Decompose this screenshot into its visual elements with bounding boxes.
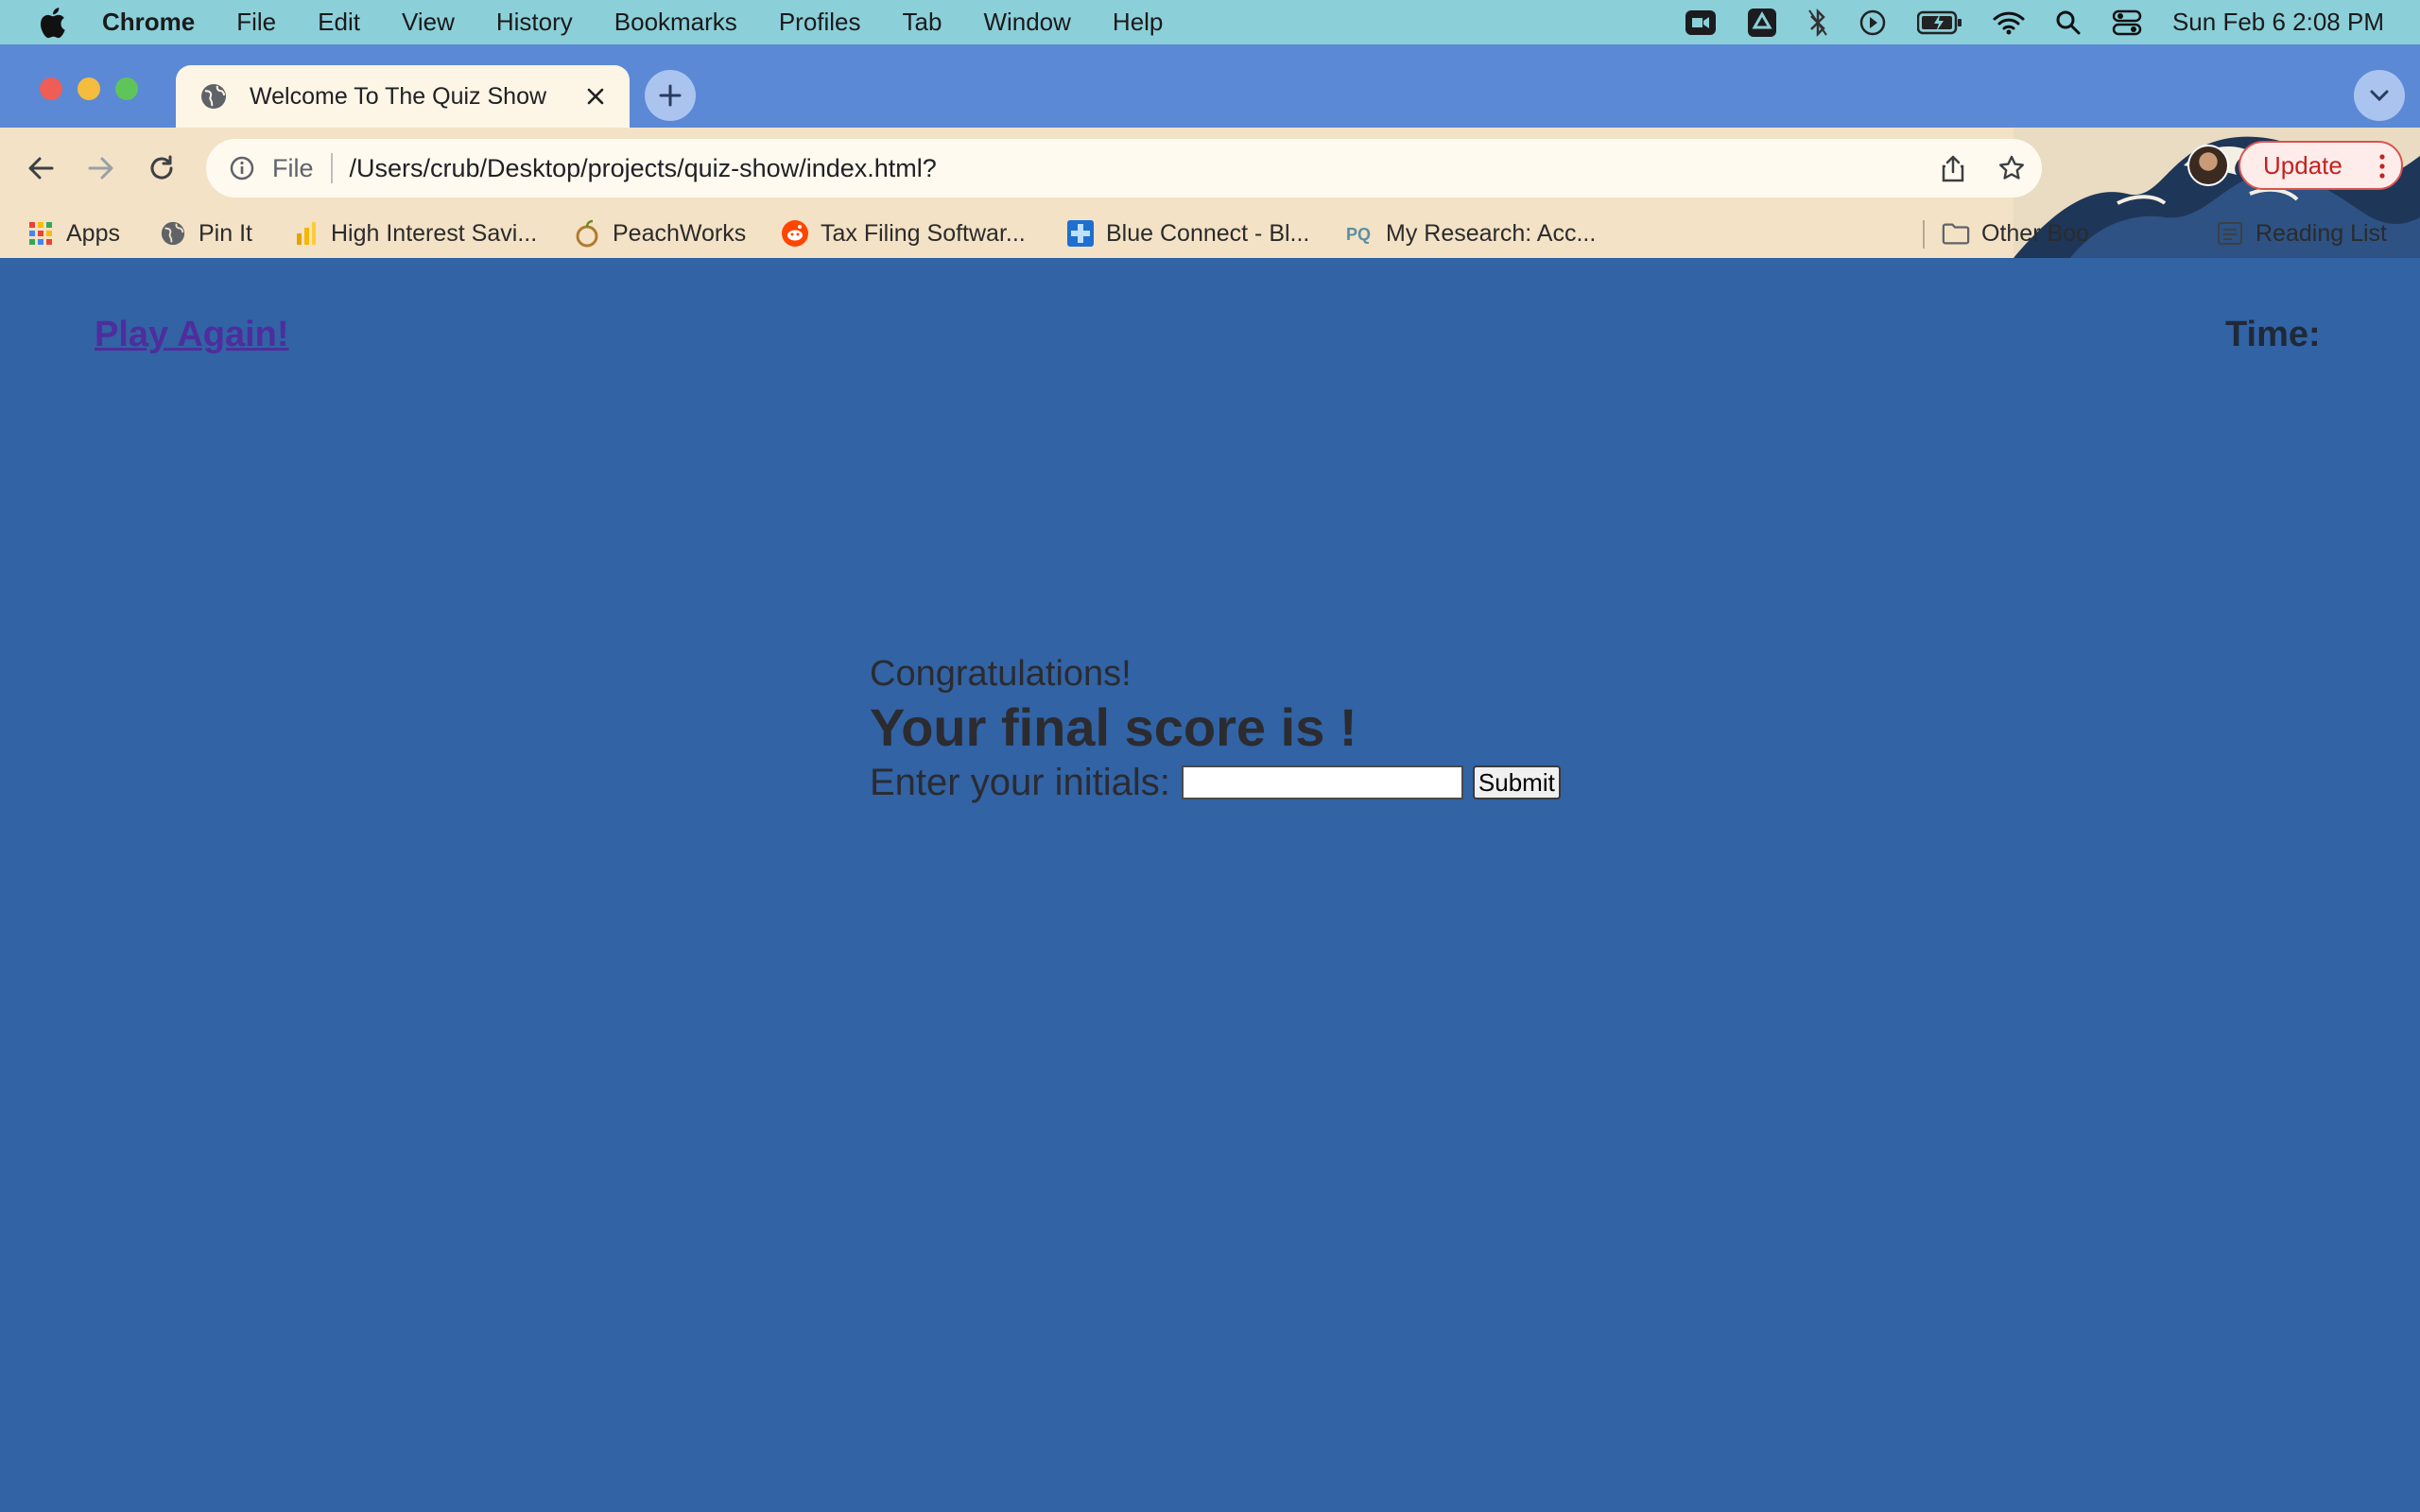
bookmarks-divider	[1923, 220, 1925, 249]
bookmark-peachworks[interactable]: PeachWorks	[573, 216, 746, 250]
menu-app-name[interactable]: Chrome	[102, 8, 195, 37]
forward-button[interactable]	[76, 143, 127, 194]
blue-cross-icon	[1066, 219, 1095, 248]
menu-view[interactable]: View	[402, 8, 455, 37]
globe-icon	[199, 81, 229, 112]
apps-grid-icon	[26, 219, 55, 248]
bookmark-label: Pin It	[199, 219, 252, 247]
menu-bookmarks[interactable]: Bookmarks	[614, 8, 737, 37]
window-close-button[interactable]	[40, 77, 62, 100]
svg-text:PQ: PQ	[1346, 225, 1371, 244]
site-info-icon[interactable]	[227, 153, 257, 183]
menu-window[interactable]: Window	[983, 8, 1070, 37]
menu-profiles[interactable]: Profiles	[779, 8, 861, 37]
final-score-heading: Your final score is !	[870, 696, 1561, 759]
bookmark-blue-connect[interactable]: Blue Connect - Bl...	[1066, 216, 1309, 250]
menu-history[interactable]: History	[496, 8, 573, 37]
menu-help[interactable]: Help	[1113, 8, 1163, 37]
savings-bars-icon	[291, 219, 320, 248]
update-label: Update	[2263, 150, 2342, 180]
window-minimize-button[interactable]	[78, 77, 100, 100]
bookmark-label: Blue Connect - Bl...	[1106, 219, 1310, 247]
globe-icon	[159, 219, 187, 248]
initials-form: Enter your initials: Submit	[870, 759, 1561, 806]
address-bar[interactable]: File /Users/crub/Desktop/projects/quiz-s…	[206, 139, 2042, 198]
bookmark-apps-label: Apps	[66, 219, 120, 247]
timer: Time:	[2225, 315, 2330, 355]
initials-label: Enter your initials:	[870, 762, 1170, 803]
update-chrome-button[interactable]: Update	[2238, 141, 2403, 190]
bookmark-star-icon[interactable]	[1995, 151, 2029, 185]
reddit-icon	[781, 219, 809, 248]
drive-icon[interactable]	[1747, 8, 1777, 38]
reading-list-icon	[2216, 219, 2244, 248]
browser-toolbar: File /Users/crub/Desktop/projects/quiz-s…	[0, 128, 2420, 258]
pq-logo-icon: PQ	[1346, 219, 1374, 248]
bookmark-label: My Research: Acc...	[1386, 219, 1597, 247]
page-content: Play Again! Time: Congratulations! Your …	[0, 258, 2420, 1512]
reload-button[interactable]	[136, 143, 187, 194]
profile-avatar[interactable]	[2187, 145, 2229, 186]
macos-menu-bar: Chrome File Edit View History Bookmarks …	[0, 0, 2420, 44]
tab-active[interactable]: Welcome To The Quiz Show	[176, 65, 630, 128]
tab-strip: Welcome To The Quiz Show	[0, 44, 2420, 128]
timer-label: Time:	[2225, 315, 2321, 354]
bookmarks-bar: Apps Pin It High Interest Savi... PeachW…	[0, 209, 2420, 258]
tab-title: Welcome To The Quiz Show	[250, 82, 547, 110]
bluetooth-icon[interactable]	[1807, 8, 1828, 38]
bookmark-my-research[interactable]: PQ My Research: Acc...	[1346, 216, 1596, 250]
window-zoom-button[interactable]	[115, 77, 138, 100]
battery-icon[interactable]	[1916, 10, 1962, 35]
folder-icon	[1942, 219, 1970, 248]
bookmark-label: High Interest Savi...	[331, 219, 538, 247]
submit-button[interactable]: Submit	[1472, 765, 1561, 799]
back-button[interactable]	[15, 143, 66, 194]
other-bookmarks-label: Other Boo	[1981, 219, 2089, 247]
bookmark-label: Tax Filing Softwar...	[821, 219, 1026, 247]
chevron-down-icon	[2370, 90, 2389, 102]
plus-icon	[659, 84, 682, 107]
menu-edit[interactable]: Edit	[318, 8, 360, 37]
menu-file[interactable]: File	[236, 8, 276, 37]
apple-logo-icon[interactable]	[34, 5, 70, 41]
bookmark-high-interest-savings[interactable]: High Interest Savi...	[291, 216, 537, 250]
play-again-link[interactable]: Play Again!	[95, 315, 289, 355]
bookmark-other-bookmarks[interactable]: Other Boo	[1942, 216, 2089, 250]
spotlight-search-icon[interactable]	[2055, 9, 2082, 36]
new-tab-button[interactable]	[645, 70, 696, 121]
final-score-prefix: Your final score is	[870, 697, 1340, 757]
final-score-suffix: !	[1339, 697, 1357, 757]
reading-list-button[interactable]: Reading List	[2216, 216, 2387, 250]
forward-arrow-icon	[88, 157, 113, 180]
bookmark-pin-it[interactable]: Pin It	[159, 216, 252, 250]
bookmark-label: PeachWorks	[613, 219, 747, 247]
control-center-icon[interactable]	[2112, 9, 2142, 36]
play-icon[interactable]	[1858, 9, 1887, 37]
wifi-icon[interactable]	[1993, 10, 2025, 35]
result-panel: Congratulations! Your final score is ! E…	[870, 653, 1561, 806]
more-options-icon	[2379, 154, 2385, 179]
status-area: Sun Feb 6 2:08 PM	[1685, 0, 2420, 44]
share-icon[interactable]	[1936, 151, 1970, 185]
menu-tab[interactable]: Tab	[903, 8, 942, 37]
bookmark-apps[interactable]: Apps	[26, 216, 120, 250]
initials-input[interactable]	[1181, 765, 1463, 799]
close-tab-icon[interactable]	[579, 79, 613, 113]
bookmark-tax-filing[interactable]: Tax Filing Softwar...	[781, 216, 1026, 250]
url-separator	[330, 153, 333, 183]
congratulations-text: Congratulations!	[870, 654, 1132, 694]
peach-icon	[573, 219, 601, 248]
back-arrow-icon	[28, 157, 54, 180]
menubar-clock[interactable]: Sun Feb 6 2:08 PM	[2172, 8, 2384, 37]
reload-icon	[150, 155, 173, 180]
url-scheme-label: File	[272, 153, 314, 182]
reading-list-label: Reading List	[2256, 219, 2387, 247]
tab-search-button[interactable]	[2354, 70, 2405, 121]
zoom-video-icon[interactable]	[1685, 9, 1717, 37]
url-text[interactable]: /Users/crub/Desktop/projects/quiz-show/i…	[350, 154, 937, 183]
